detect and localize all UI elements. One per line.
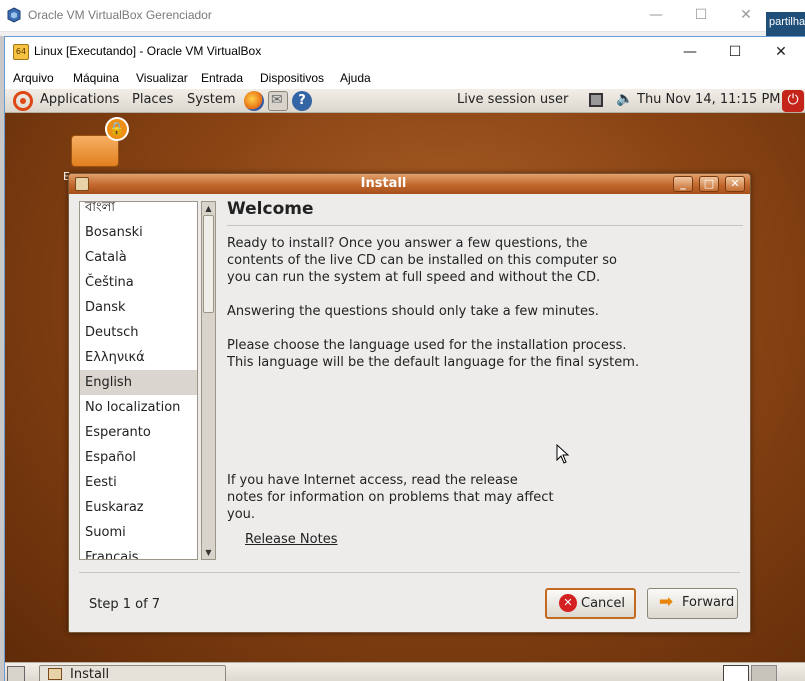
scroll-down-arrow-icon[interactable]: ▼ (203, 547, 214, 558)
welcome-heading: Welcome (227, 199, 314, 219)
language-list[interactable]: বাংলা Bosanski Català Čeština Dansk Deutsch Ε… (79, 201, 198, 560)
language-item[interactable]: Català (80, 245, 197, 270)
intro-line-2: contents of the live CD can be installed… (227, 253, 617, 268)
install-dialog: Install _ □ ✕ বাংলা Bosanski Català Češtin… (68, 173, 751, 633)
language-item[interactable]: Čeština (80, 270, 197, 295)
dialog-close-button[interactable]: ✕ (725, 176, 745, 192)
vm-menubar: Arquivo Máquina Visualizar Entrada Dispo… (5, 67, 805, 89)
lock-icon: 🔒 (105, 117, 129, 141)
mail-icon[interactable] (268, 91, 288, 111)
language-instruction-line-2: This language will be the default langua… (227, 355, 640, 370)
host-close-button[interactable]: ✕ (723, 0, 769, 30)
language-item[interactable]: Esperanto (80, 420, 197, 445)
language-item[interactable]: বাংলা (80, 202, 197, 220)
internet-note-line-3: you. (227, 507, 256, 522)
step-label: Step 1 of 7 (89, 597, 161, 612)
host-maximize-button[interactable]: ☐ (678, 0, 724, 30)
network-icon[interactable] (589, 93, 603, 107)
language-item[interactable]: Euskaraz (80, 495, 197, 520)
dialog-minimize-button[interactable]: _ (673, 176, 693, 192)
scroll-up-arrow-icon[interactable]: ▲ (203, 203, 214, 214)
menu-dispositivos[interactable]: Dispositivos (260, 71, 324, 85)
guest-screen: Applications Places System ? Live sessio… (5, 89, 805, 681)
vm-titlebar: 64 Linux [Executando] - Oracle VM Virtua… (5, 37, 805, 67)
firefox-icon[interactable] (244, 91, 264, 111)
workspace-switcher-1[interactable] (723, 665, 749, 681)
language-instruction-line-1: Please choose the language used for the … (227, 338, 627, 353)
places-menu[interactable]: Places (132, 92, 173, 107)
menu-arquivo[interactable]: Arquivo (13, 71, 54, 85)
host-minimize-button[interactable]: — (633, 0, 679, 30)
language-item[interactable]: Suomi (80, 520, 197, 545)
dialog-divider (79, 572, 740, 573)
host-share-label[interactable]: partilha (766, 12, 805, 36)
vm-minimize-button[interactable]: — (667, 37, 713, 67)
cancel-label: Cancel (581, 596, 626, 611)
ubuntu-logo-icon[interactable] (13, 91, 33, 111)
forward-label: Forward (682, 595, 735, 610)
gnome-bottom-panel: Install (5, 662, 805, 681)
forward-button[interactable]: ➡ Forward (647, 588, 738, 619)
power-icon[interactable]: ⏻ (782, 90, 804, 112)
heading-divider (227, 225, 743, 226)
language-item[interactable]: Español (80, 445, 197, 470)
cancel-icon: ✕ (559, 594, 577, 612)
internet-note-line-1: If you have Internet access, read the re… (227, 473, 518, 488)
install-dialog-titlebar[interactable]: Install _ □ ✕ (69, 174, 750, 194)
system-menu[interactable]: System (187, 92, 235, 107)
intro-line-1: Ready to install? Once you answer a few … (227, 236, 588, 251)
language-item[interactable]: Dansk (80, 295, 197, 320)
virtualbox-icon (7, 7, 21, 23)
panel-clock[interactable]: Thu Nov 14, 11:15 PM (637, 92, 781, 107)
intro-line-3: you can run the system at full speed and… (227, 270, 601, 285)
language-item[interactable]: Ελληνικά (80, 345, 197, 370)
cancel-button[interactable]: ✕ Cancel (545, 588, 636, 619)
installer-taskbar-icon (48, 668, 62, 680)
show-desktop-icon[interactable] (7, 666, 25, 681)
language-item[interactable]: Eesti (80, 470, 197, 495)
language-items: Bosanski Català Čeština Dansk Deutsch Ελληνικ… (80, 220, 197, 559)
forward-arrow-icon: ➡ (658, 592, 674, 612)
taskbar-install-button[interactable]: Install (39, 665, 226, 681)
help-icon[interactable]: ? (292, 91, 312, 111)
mouse-cursor-icon (556, 444, 570, 464)
menu-entrada[interactable]: Entrada (201, 71, 243, 85)
vm-window: 64 Linux [Executando] - Oracle VM Virtua… (4, 36, 805, 681)
taskbar-install-label: Install (70, 667, 110, 681)
dialog-maximize-button[interactable]: □ (699, 176, 719, 192)
internet-note-line-2: notes for information on problems that m… (227, 490, 554, 505)
host-window-titlebar: Oracle VM VirtualBox Gerenciador — ☐ ✕ (0, 0, 805, 32)
scrollbar-thumb[interactable] (203, 215, 214, 313)
welcome-content: Welcome Ready to install? Once you answe… (227, 201, 743, 561)
vm-maximize-button[interactable]: ☐ (712, 37, 758, 67)
menu-ajuda[interactable]: Ajuda (340, 71, 371, 85)
vm-close-button[interactable]: ✕ (758, 37, 804, 67)
duration-text: Answering the questions should only take… (227, 304, 599, 319)
volume-icon[interactable]: 🔈 (616, 91, 633, 107)
workspace-switcher-2[interactable] (751, 665, 777, 681)
language-item[interactable]: English (80, 370, 197, 395)
applications-menu[interactable]: Applications (40, 92, 119, 107)
gnome-top-panel: Applications Places System ? Live sessio… (5, 89, 805, 113)
release-notes-link[interactable]: Release Notes (245, 531, 337, 548)
vm-window-title: Linux [Executando] - Oracle VM VirtualBo… (34, 44, 262, 58)
menu-maquina[interactable]: Máquina (73, 71, 119, 85)
vm-icon: 64 (13, 44, 29, 60)
language-item[interactable]: No localization (80, 395, 197, 420)
host-window-title: Oracle VM VirtualBox Gerenciador (28, 8, 212, 22)
menu-visualizar[interactable]: Visualizar (136, 71, 188, 85)
language-item[interactable]: Bosanski (80, 220, 197, 245)
language-list-scrollbar[interactable]: ▲ ▼ (201, 201, 216, 560)
install-dialog-title: Install (360, 176, 407, 191)
session-user-label[interactable]: Live session user (457, 92, 568, 107)
language-item[interactable]: Français (80, 545, 197, 559)
desktop-folder-icon[interactable]: 🔒 E (63, 117, 129, 183)
language-item[interactable]: Deutsch (80, 320, 197, 345)
